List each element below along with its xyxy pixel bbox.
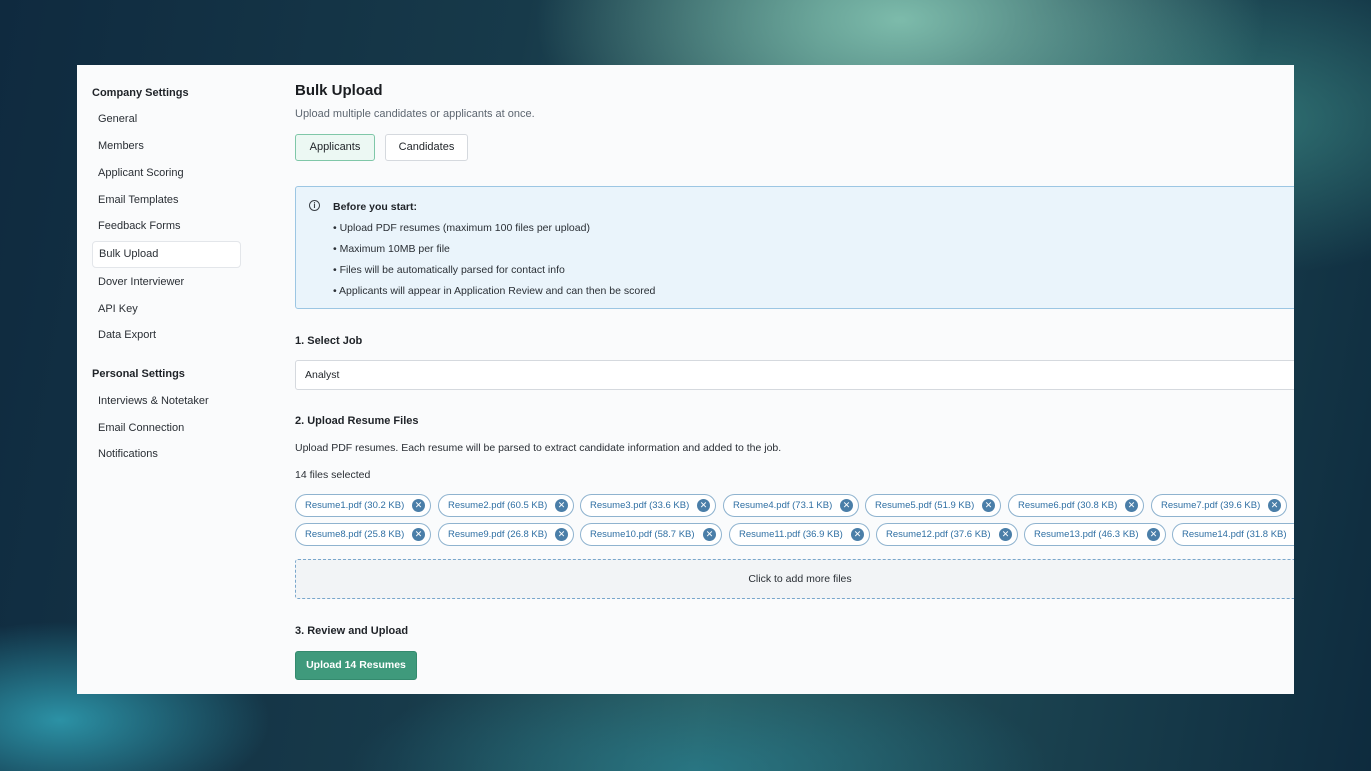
file-chip: Resume9.pdf (26.8 KB) ✕ bbox=[438, 523, 574, 546]
file-chip: Resume12.pdf (37.6 KB) ✕ bbox=[876, 523, 1018, 546]
sidebar-item-feedback-forms[interactable]: Feedback Forms bbox=[92, 213, 241, 240]
file-chip-label: Resume4.pdf (73.1 KB) bbox=[733, 500, 833, 511]
sidebar-item-dover-interviewer[interactable]: Dover Interviewer bbox=[92, 269, 241, 296]
sidebar-item-general[interactable]: General bbox=[92, 106, 241, 133]
file-chip-label: Resume6.pdf (30.8 KB) bbox=[1018, 500, 1118, 511]
file-chip: Resume8.pdf (25.8 KB) ✕ bbox=[295, 523, 431, 546]
remove-file-icon[interactable]: ✕ bbox=[555, 499, 568, 512]
file-chip: Resume11.pdf (36.9 KB) ✕ bbox=[729, 523, 870, 546]
notice-item: Upload PDF resumes (maximum 100 files pe… bbox=[333, 222, 655, 243]
file-chip: Resume3.pdf (33.6 KB) ✕ bbox=[580, 494, 716, 517]
personal-settings-heading: Personal Settings bbox=[92, 368, 185, 380]
notice-list: Upload PDF resumes (maximum 100 files pe… bbox=[333, 222, 655, 306]
file-chip-label: Resume14.pdf (31.8 KB) bbox=[1182, 529, 1287, 540]
before-you-start-notice: i Before you start: Upload PDF resumes (… bbox=[295, 186, 1294, 309]
remove-file-icon[interactable]: ✕ bbox=[1268, 499, 1281, 512]
remove-file-icon[interactable]: ✕ bbox=[1147, 528, 1160, 541]
upload-files-heading: 2. Upload Resume Files bbox=[295, 415, 419, 427]
job-select[interactable]: Analyst bbox=[295, 360, 1294, 390]
file-chip: Resume2.pdf (60.5 KB) ✕ bbox=[438, 494, 574, 517]
file-chip-label: Resume13.pdf (46.3 KB) bbox=[1034, 529, 1139, 540]
settings-sidebar: Company Settings General Members Applica… bbox=[77, 65, 257, 694]
select-job-heading: 1. Select Job bbox=[295, 335, 363, 347]
sidebar-item-data-export[interactable]: Data Export bbox=[92, 322, 241, 349]
add-files-dropzone[interactable]: Click to add more files bbox=[295, 559, 1294, 599]
sidebar-item-bulk-upload[interactable]: Bulk Upload bbox=[92, 241, 241, 268]
remove-file-icon[interactable]: ✕ bbox=[1125, 499, 1138, 512]
files-selected-count: 14 files selected bbox=[295, 469, 371, 481]
file-chip-label: Resume2.pdf (60.5 KB) bbox=[448, 500, 548, 511]
page-subtitle: Upload multiple candidates or applicants… bbox=[295, 108, 535, 120]
bulk-upload-panel: Bulk Upload Upload multiple candidates o… bbox=[295, 65, 1294, 694]
tab-applicants[interactable]: Applicants bbox=[295, 134, 375, 161]
sidebar-item-notifications[interactable]: Notifications bbox=[92, 441, 241, 468]
file-chip: Resume5.pdf (51.9 KB) ✕ bbox=[865, 494, 1001, 517]
sidebar-item-email-connection[interactable]: Email Connection bbox=[92, 415, 241, 442]
file-chip-label: Resume11.pdf (36.9 KB) bbox=[739, 529, 843, 540]
remove-file-icon[interactable]: ✕ bbox=[851, 528, 864, 541]
notice-item: Applicants will appear in Application Re… bbox=[333, 285, 655, 306]
file-chip-label: Resume12.pdf (37.6 KB) bbox=[886, 529, 991, 540]
remove-file-icon[interactable]: ✕ bbox=[697, 499, 710, 512]
sidebar-item-email-templates[interactable]: Email Templates bbox=[92, 187, 241, 214]
sidebar-item-api-key[interactable]: API Key bbox=[92, 296, 241, 323]
notice-item: Maximum 10MB per file bbox=[333, 243, 655, 264]
info-icon: i bbox=[309, 200, 320, 211]
file-chip-label: Resume7.pdf (39.6 KB) bbox=[1161, 500, 1261, 511]
file-chip-label: Resume9.pdf (26.8 KB) bbox=[448, 529, 548, 540]
file-chip: Resume10.pdf (58.7 KB) ✕ bbox=[580, 523, 722, 546]
notice-item: Files will be automatically parsed for c… bbox=[333, 264, 655, 285]
company-settings-heading: Company Settings bbox=[92, 87, 189, 99]
file-chip-label: Resume1.pdf (30.2 KB) bbox=[305, 500, 405, 511]
page-title: Bulk Upload bbox=[295, 82, 383, 99]
file-chip: Resume7.pdf (39.6 KB) ✕ bbox=[1151, 494, 1287, 517]
sidebar-item-applicant-scoring[interactable]: Applicant Scoring bbox=[92, 160, 241, 187]
file-chip: Resume1.pdf (30.2 KB) ✕ bbox=[295, 494, 431, 517]
file-chip: Resume13.pdf (46.3 KB) ✕ bbox=[1024, 523, 1166, 546]
file-chip: Resume14.pdf (31.8 KB) ✕ bbox=[1172, 523, 1294, 546]
remove-file-icon[interactable]: ✕ bbox=[412, 499, 425, 512]
tab-candidates[interactable]: Candidates bbox=[385, 134, 468, 161]
file-chip-label: Resume10.pdf (58.7 KB) bbox=[590, 529, 695, 540]
file-chip-label: Resume8.pdf (25.8 KB) bbox=[305, 529, 405, 540]
upload-description: Upload PDF resumes. Each resume will be … bbox=[295, 442, 782, 454]
sidebar-item-interviews-notetaker[interactable]: Interviews & Notetaker bbox=[92, 388, 241, 415]
file-chip: Resume4.pdf (73.1 KB) ✕ bbox=[723, 494, 859, 517]
upload-resumes-button[interactable]: Upload 14 Resumes bbox=[295, 651, 417, 680]
remove-file-icon[interactable]: ✕ bbox=[999, 528, 1012, 541]
remove-file-icon[interactable]: ✕ bbox=[703, 528, 716, 541]
remove-file-icon[interactable]: ✕ bbox=[840, 499, 853, 512]
notice-title: Before you start: bbox=[333, 201, 418, 213]
file-chip-label: Resume5.pdf (51.9 KB) bbox=[875, 500, 975, 511]
file-chip: Resume6.pdf (30.8 KB) ✕ bbox=[1008, 494, 1144, 517]
remove-file-icon[interactable]: ✕ bbox=[412, 528, 425, 541]
remove-file-icon[interactable]: ✕ bbox=[555, 528, 568, 541]
review-upload-heading: 3. Review and Upload bbox=[295, 625, 409, 637]
settings-window: Company Settings General Members Applica… bbox=[77, 65, 1294, 694]
file-chip-label: Resume3.pdf (33.6 KB) bbox=[590, 500, 690, 511]
sidebar-item-members[interactable]: Members bbox=[92, 133, 241, 160]
remove-file-icon[interactable]: ✕ bbox=[982, 499, 995, 512]
